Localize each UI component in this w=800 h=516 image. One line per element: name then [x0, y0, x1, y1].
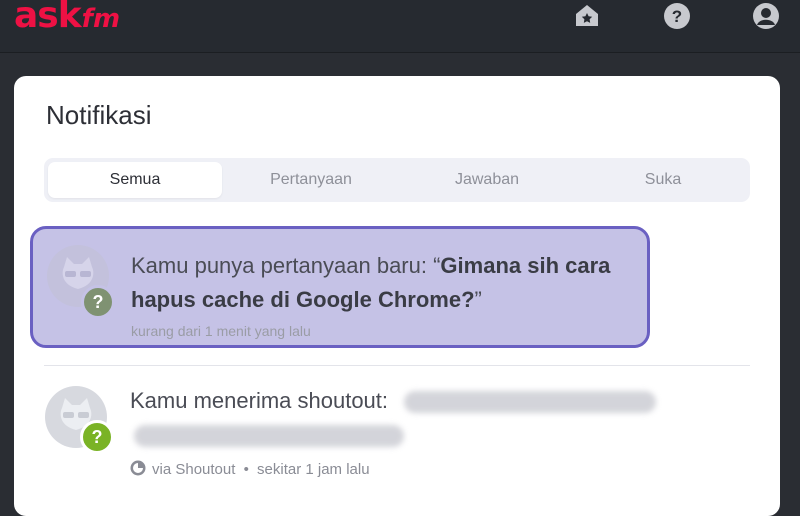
notification-text: Kamu punya pertanyaan baru: “Gimana sih …: [131, 249, 651, 317]
question-badge-icon: ?: [80, 420, 114, 454]
notification-item[interactable]: ? Kamu punya pertanyaan baru: “Gimana si…: [30, 226, 650, 348]
askfm-logo[interactable]: ASKfm: [14, 0, 120, 41]
profile-icon[interactable]: [752, 2, 780, 30]
logo-sub: fm: [81, 4, 121, 34]
shoutout-icon: [130, 460, 146, 476]
notification-item[interactable]: ? Kamu menerima shoutout: via Shoutout •…: [14, 376, 780, 516]
notification-text: Kamu menerima shoutout:: [130, 384, 690, 452]
timestamp: kurang dari 1 menit yang lalu: [131, 323, 311, 339]
notification-prefix: Kamu menerima shoutout:: [130, 388, 389, 413]
tab-pertanyaan[interactable]: Pertanyaan: [224, 162, 398, 198]
tab-bar: Semua Pertanyaan Jawaban Suka: [44, 158, 750, 202]
divider: [44, 365, 750, 366]
blurred-shoutout-text: [134, 425, 404, 448]
timestamp: sekitar 1 jam lalu: [257, 461, 370, 478]
notification-suffix: ”: [474, 287, 482, 312]
tab-suka[interactable]: Suka: [576, 162, 750, 198]
top-bar: ASKfm ?: [0, 0, 800, 53]
notifications-home-icon[interactable]: [573, 2, 601, 30]
notifications-card: Notifikasi Semua Pertanyaan Jawaban Suka…: [14, 76, 780, 516]
svg-text:?: ?: [672, 7, 682, 26]
tab-semua[interactable]: Semua: [48, 162, 222, 198]
page-title: Notifikasi: [46, 100, 152, 130]
meta-separator: •: [243, 461, 249, 478]
blurred-shoutout-text: [404, 391, 657, 414]
tab-jawaban[interactable]: Jawaban: [400, 162, 574, 198]
via-shoutout-label[interactable]: via Shoutout: [152, 461, 235, 478]
logo-main: ASK: [14, 0, 82, 36]
question-badge-icon: ?: [81, 285, 115, 319]
help-icon[interactable]: ?: [663, 2, 691, 30]
notification-meta: via Shoutout • sekitar 1 jam lalu: [130, 460, 370, 478]
notification-prefix: Kamu punya pertanyaan baru: “: [131, 253, 441, 278]
